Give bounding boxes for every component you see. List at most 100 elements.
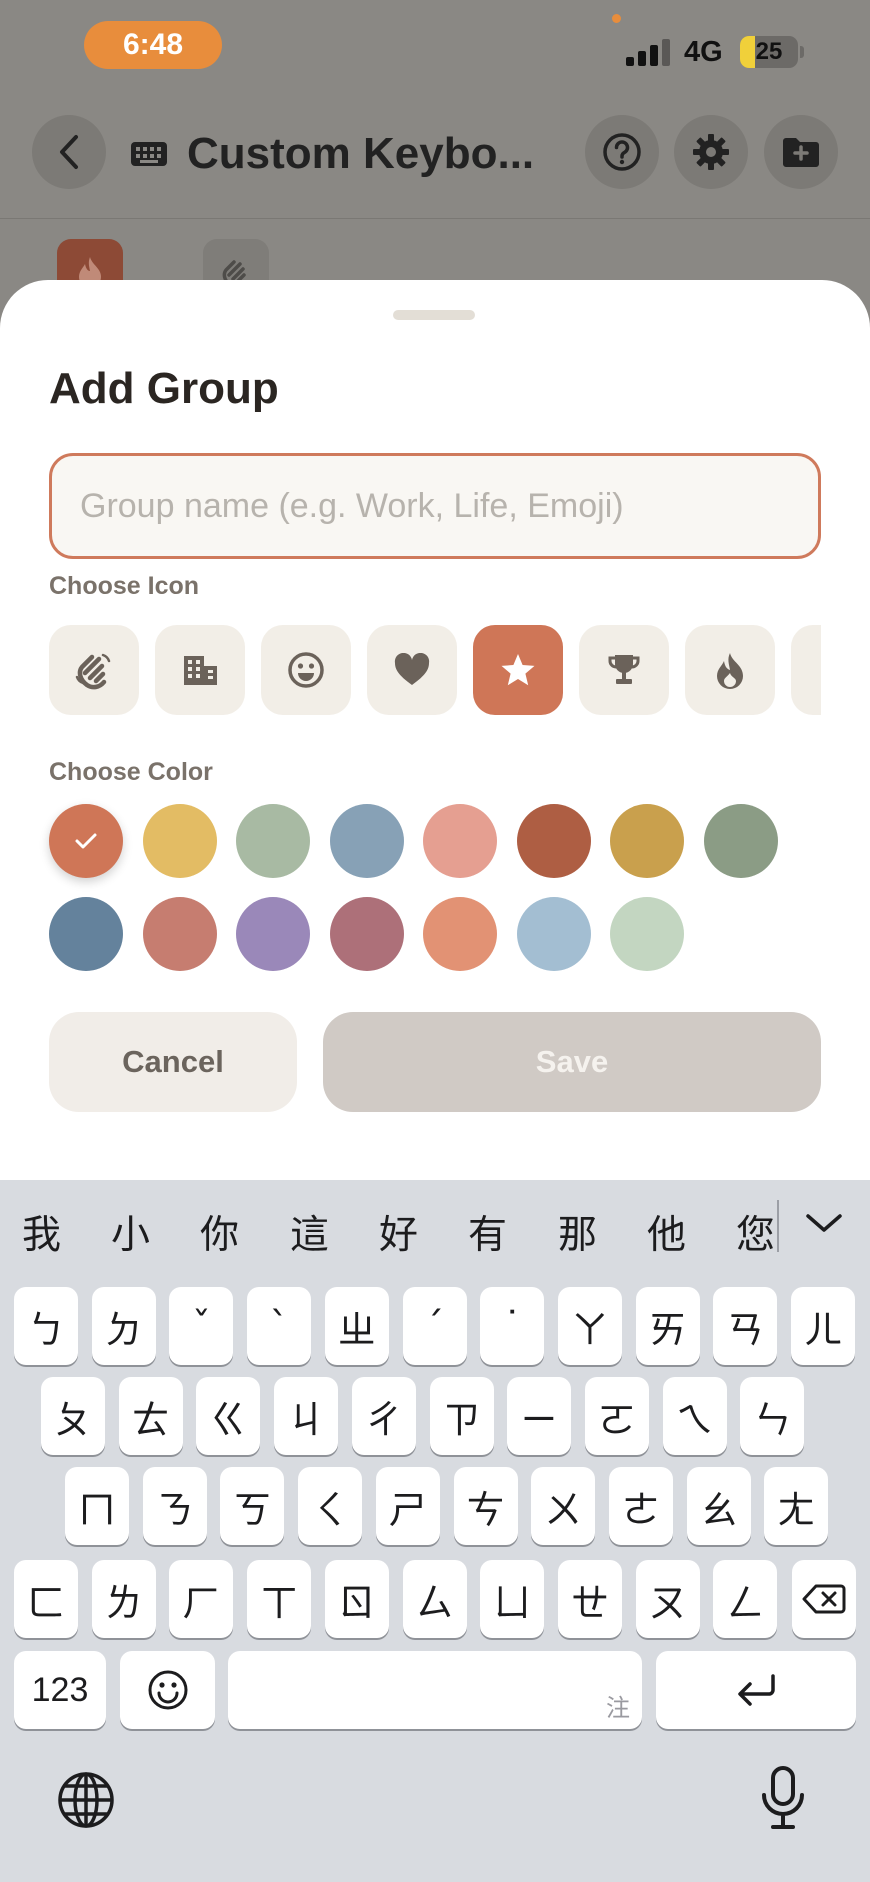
help-button[interactable] [585,115,659,189]
zhuyin-key[interactable]: ㄐ [274,1377,339,1455]
candidate-word[interactable]: 您 [736,1204,775,1260]
save-button[interactable]: Save [323,1012,821,1112]
zhuyin-key[interactable]: ˇ [169,1287,234,1365]
zhuyin-key[interactable]: ㄕ [375,1467,440,1545]
zhuyin-key[interactable]: ㄤ [764,1467,829,1545]
zhuyin-key[interactable]: ㄎ [220,1467,285,1545]
space-key[interactable]: 注 [228,1651,642,1729]
backspace-icon [802,1584,846,1614]
candidate-word[interactable]: 小 [111,1204,150,1260]
zhuyin-key[interactable]: ㄜ [608,1467,673,1545]
icon-option-building[interactable] [155,625,245,715]
zhuyin-key[interactable]: ㄇ [65,1467,129,1545]
zhuyin-key[interactable]: ㄠ [686,1467,751,1545]
color-swatch[interactable] [703,804,778,878]
zhuyin-key[interactable]: ㄞ [635,1287,700,1365]
candidate-word[interactable]: 我 [22,1204,61,1260]
zhuyin-key[interactable]: ㄟ [662,1377,727,1455]
backspace-key[interactable] [792,1560,856,1638]
zhuyin-key[interactable]: ㄨ [531,1467,596,1545]
add-folder-button[interactable] [764,115,838,189]
icon-option-more[interactable] [791,625,821,715]
numbers-key[interactable]: 123 [14,1651,106,1729]
microphone-icon[interactable] [758,1765,808,1831]
color-swatch[interactable] [423,804,497,878]
color-swatch[interactable] [49,897,123,971]
zhuyin-key[interactable]: ㄆ [41,1377,105,1455]
color-swatch[interactable] [236,897,310,971]
icon-option-smiley[interactable] [261,625,351,715]
battery-percent: 25 [755,38,783,65]
heart-icon [394,653,430,685]
fire-icon [717,653,743,689]
zhuyin-key[interactable]: ㄣ [740,1377,805,1455]
emoji-key[interactable] [120,1651,215,1729]
zhuyin-key[interactable]: ㄓ [324,1287,389,1365]
zhuyin-key[interactable]: ˊ [402,1287,467,1365]
candidate-word[interactable]: 你 [200,1204,239,1260]
return-key[interactable] [656,1651,856,1729]
candidate-word[interactable]: 好 [379,1204,418,1260]
zhuyin-key[interactable]: ˙ [480,1287,545,1365]
color-swatch[interactable] [610,897,684,971]
zhuyin-key[interactable]: ㄗ [429,1377,494,1455]
zhuyin-key[interactable]: ㄊ [118,1377,183,1455]
color-swatch[interactable] [142,897,217,971]
zhuyin-key[interactable]: ㄈ [14,1560,78,1638]
zhuyin-key[interactable]: ㄦ [791,1287,855,1365]
zhuyin-key[interactable]: ㄧ [507,1377,572,1455]
zhuyin-key[interactable]: ㄥ [713,1560,778,1638]
zhuyin-key[interactable]: ㄋ [142,1467,207,1545]
color-swatch[interactable] [423,897,497,971]
settings-button[interactable] [674,115,748,189]
candidate-word[interactable]: 有 [468,1204,507,1260]
icon-option-trophy[interactable] [579,625,669,715]
page-title: Custom Keybo... [187,129,535,178]
color-swatch[interactable] [329,804,404,878]
zhuyin-key[interactable]: ㄖ [324,1560,389,1638]
zhuyin-key[interactable]: ㄉ [91,1287,156,1365]
zhuyin-key[interactable]: ㄢ [713,1287,778,1365]
zhuyin-key[interactable]: ㄛ [584,1377,649,1455]
zhuyin-key[interactable]: ㄝ [557,1560,622,1638]
color-swatch[interactable] [516,897,591,971]
back-button[interactable] [32,115,106,189]
candidate-word[interactable]: 這 [290,1204,329,1260]
icon-option-fire[interactable] [685,625,775,715]
candidate-divider [777,1200,779,1252]
icon-option-heart[interactable] [367,625,457,715]
zhuyin-key[interactable]: ㄑ [298,1467,363,1545]
smiley-icon [148,1670,187,1710]
sheet-grabber[interactable] [393,310,475,320]
star-icon [501,654,535,686]
candidate-word[interactable]: 他 [647,1204,686,1260]
zhuyin-key[interactable]: ㄚ [557,1287,622,1365]
zhuyin-key[interactable]: ㄍ [196,1377,261,1455]
icon-option-star[interactable] [473,625,563,715]
color-swatch[interactable] [516,804,591,878]
color-swatch[interactable] [329,897,404,971]
zhuyin-key[interactable]: ㄩ [480,1560,545,1638]
group-name-input[interactable] [49,453,821,559]
zhuyin-key[interactable]: ㄅ [14,1287,78,1365]
color-swatch[interactable] [236,804,310,878]
cancel-button[interactable]: Cancel [49,1012,297,1112]
color-swatch[interactable] [610,804,684,878]
zhuyin-key[interactable]: ㄡ [635,1560,700,1638]
zhuyin-key[interactable]: ㄘ [453,1467,518,1545]
color-swatch[interactable] [142,804,217,878]
zhuyin-key[interactable]: ㄒ [247,1560,312,1638]
color-swatch[interactable] [49,804,123,878]
candidate-bar: 我 小 你 這 好 有 那 他 您 [0,1180,870,1280]
icon-picker[interactable] [49,625,821,715]
chevron-down-icon[interactable] [804,1210,844,1236]
zhuyin-key[interactable]: ㄙ [402,1560,467,1638]
zhuyin-key[interactable]: ㄌ [91,1560,156,1638]
candidate-word[interactable]: 那 [558,1204,597,1260]
zhuyin-key[interactable]: ㄔ [351,1377,416,1455]
zhuyin-key[interactable]: ˋ [247,1287,312,1365]
icon-option-waving-hand[interactable] [49,625,139,715]
globe-icon[interactable] [56,1770,116,1830]
zhuyin-key[interactable]: ㄏ [169,1560,234,1638]
return-icon [738,1674,775,1706]
